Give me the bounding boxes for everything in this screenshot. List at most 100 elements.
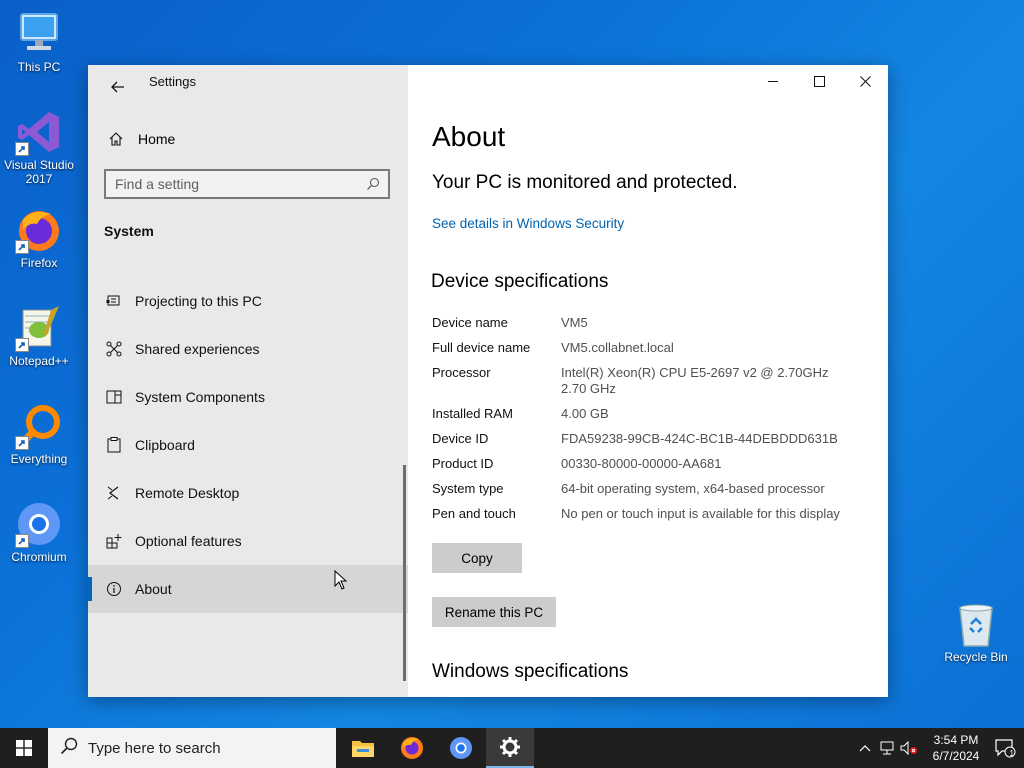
chevron-up-icon[interactable] bbox=[854, 744, 876, 752]
taskbar-chromium[interactable] bbox=[437, 728, 485, 768]
spec-key: Processor bbox=[432, 365, 491, 380]
search-icon bbox=[366, 177, 380, 196]
copy-button[interactable]: Copy bbox=[432, 543, 522, 573]
windows-security-link[interactable]: See details in Windows Security bbox=[432, 216, 624, 231]
clipboard-icon bbox=[104, 437, 124, 453]
device-specifications-heading: Device specifications bbox=[431, 271, 609, 292]
desktop-icon-label: Notepad++ bbox=[9, 354, 69, 368]
sidebar-item-label: Optional features bbox=[135, 533, 242, 549]
maximize-button[interactable] bbox=[796, 65, 842, 97]
desktop-icon-label: Chromium bbox=[11, 550, 67, 564]
nav-home-label: Home bbox=[138, 131, 176, 147]
spec-value: FDA59238-99CB-424C-BC1B-44DEBDDD631B bbox=[561, 431, 838, 446]
desktop-icon-visual-studio[interactable]: Visual Studio 2017 bbox=[0, 108, 78, 186]
spec-value: No pen or touch input is available for t… bbox=[561, 506, 840, 521]
desktop-icon-recycle-bin[interactable]: Recycle Bin bbox=[940, 602, 1012, 664]
shortcut-arrow-icon bbox=[15, 436, 29, 450]
info-icon bbox=[104, 581, 124, 597]
spec-value: 00330-80000-00000-AA681 bbox=[561, 456, 722, 471]
sidebar-item-label: Shared experiences bbox=[135, 341, 260, 357]
windows-specifications-heading: Windows specifications bbox=[432, 661, 629, 682]
notification-count: 1 bbox=[1009, 749, 1014, 758]
device-specs-table: Device name VM5 Full device name VM5.col… bbox=[432, 315, 881, 531]
sidebar-item-clipboard[interactable]: Clipboard bbox=[88, 421, 408, 469]
spec-key: Device ID bbox=[432, 431, 489, 446]
spec-value: 4.00 GB bbox=[561, 406, 609, 421]
maximize-icon bbox=[813, 75, 825, 87]
recycle-bin-icon bbox=[954, 602, 998, 648]
shortcut-arrow-icon bbox=[15, 534, 29, 548]
remote-desktop-icon bbox=[104, 485, 124, 501]
sidebar-item-label: About bbox=[135, 581, 172, 597]
projector-icon bbox=[104, 294, 124, 308]
protection-status: Your PC is monitored and protected. bbox=[432, 172, 738, 193]
settings-window: Settings Home System Projecting to this … bbox=[88, 65, 888, 697]
start-button[interactable] bbox=[0, 728, 48, 768]
taskbar-file-explorer[interactable] bbox=[339, 728, 387, 768]
sidebar-item-label: System Components bbox=[135, 389, 265, 405]
chromium-icon bbox=[450, 737, 472, 759]
spec-value: VM5.collabnet.local bbox=[561, 340, 674, 355]
taskbar: Type here to search 3:54 PM 6/7/2024 1 bbox=[0, 728, 1024, 768]
spec-value: Intel(R) Xeon(R) CPU E5-2697 v2 @ 2.70GH… bbox=[561, 365, 829, 396]
sidebar-item-optional-features[interactable]: Optional features bbox=[88, 517, 408, 565]
spec-value: VM5 bbox=[561, 315, 588, 330]
desktop-icon-label: Firefox bbox=[20, 256, 58, 270]
sidebar-item-about[interactable]: About bbox=[88, 565, 408, 613]
spec-key: Full device name bbox=[432, 340, 531, 355]
action-center-button[interactable]: 1 bbox=[986, 738, 1024, 758]
window-title: Settings bbox=[149, 74, 196, 89]
search-icon bbox=[60, 737, 78, 760]
sidebar-section-title: System bbox=[104, 223, 154, 239]
desktop-icon-notepadpp[interactable]: Notepad++ bbox=[0, 304, 78, 368]
volume-muted-icon[interactable] bbox=[898, 741, 920, 755]
page-title: About bbox=[432, 121, 506, 152]
shortcut-arrow-icon bbox=[15, 240, 29, 254]
visual-studio-icon bbox=[15, 108, 63, 156]
taskbar-clock[interactable]: 3:54 PM 6/7/2024 bbox=[926, 732, 986, 764]
sidebar-item-shared-experiences[interactable]: Shared experiences bbox=[88, 325, 408, 373]
back-arrow-icon bbox=[111, 81, 124, 93]
minimize-icon bbox=[768, 81, 778, 82]
settings-sidebar: Settings Home System Projecting to this … bbox=[88, 65, 408, 697]
network-icon[interactable] bbox=[876, 741, 898, 755]
shared-icon bbox=[104, 341, 124, 357]
nav-home[interactable]: Home bbox=[88, 123, 408, 155]
desktop-icon-firefox[interactable]: Firefox bbox=[0, 206, 78, 270]
about-page: About Your PC is monitored and protected… bbox=[408, 65, 888, 697]
sidebar-item-label: Remote Desktop bbox=[135, 485, 240, 501]
clock-date: 6/7/2024 bbox=[932, 749, 980, 763]
sidebar-item-projecting[interactable]: Projecting to this PC bbox=[88, 277, 408, 325]
firefox-icon bbox=[15, 206, 63, 254]
taskbar-search[interactable]: Type here to search bbox=[48, 728, 336, 768]
sidebar-item-label: Projecting to this PC bbox=[135, 293, 262, 309]
close-icon bbox=[859, 75, 871, 87]
minimize-button[interactable] bbox=[750, 65, 796, 97]
search-input[interactable] bbox=[106, 175, 367, 193]
desktop-icon-chromium[interactable]: Chromium bbox=[0, 500, 78, 564]
desktop-icon-everything[interactable]: Everything bbox=[0, 402, 78, 466]
desktop-icon-this-pc[interactable]: This PC bbox=[0, 10, 78, 74]
settings-search[interactable] bbox=[104, 169, 390, 199]
sidebar-nav-list: Projecting to this PC Shared experiences… bbox=[88, 277, 408, 613]
components-icon bbox=[104, 390, 124, 404]
chromium-icon bbox=[15, 500, 63, 548]
shortcut-arrow-icon bbox=[15, 338, 29, 352]
sidebar-item-system-components[interactable]: System Components bbox=[88, 373, 408, 421]
close-button[interactable] bbox=[842, 65, 888, 97]
spec-key: System type bbox=[432, 481, 504, 496]
sidebar-scrollbar[interactable] bbox=[403, 465, 406, 681]
spec-row: Processor Intel(R) Xeon(R) CPU E5-2697 v… bbox=[432, 365, 881, 397]
rename-pc-button[interactable]: Rename this PC bbox=[432, 597, 556, 627]
optional-features-icon bbox=[104, 533, 124, 549]
spec-key: Pen and touch bbox=[432, 506, 516, 521]
spec-row: Device ID FDA59238-99CB-424C-BC1B-44DEBD… bbox=[432, 431, 881, 447]
windows-logo-icon bbox=[16, 740, 32, 756]
sidebar-item-remote-desktop[interactable]: Remote Desktop bbox=[88, 469, 408, 517]
settings-gear-icon bbox=[500, 737, 520, 757]
taskbar-firefox[interactable] bbox=[388, 728, 436, 768]
desktop-icon-label: Visual Studio 2017 bbox=[4, 158, 74, 186]
back-button[interactable] bbox=[100, 71, 136, 103]
everything-search-icon bbox=[15, 402, 63, 450]
taskbar-settings[interactable] bbox=[486, 728, 534, 768]
